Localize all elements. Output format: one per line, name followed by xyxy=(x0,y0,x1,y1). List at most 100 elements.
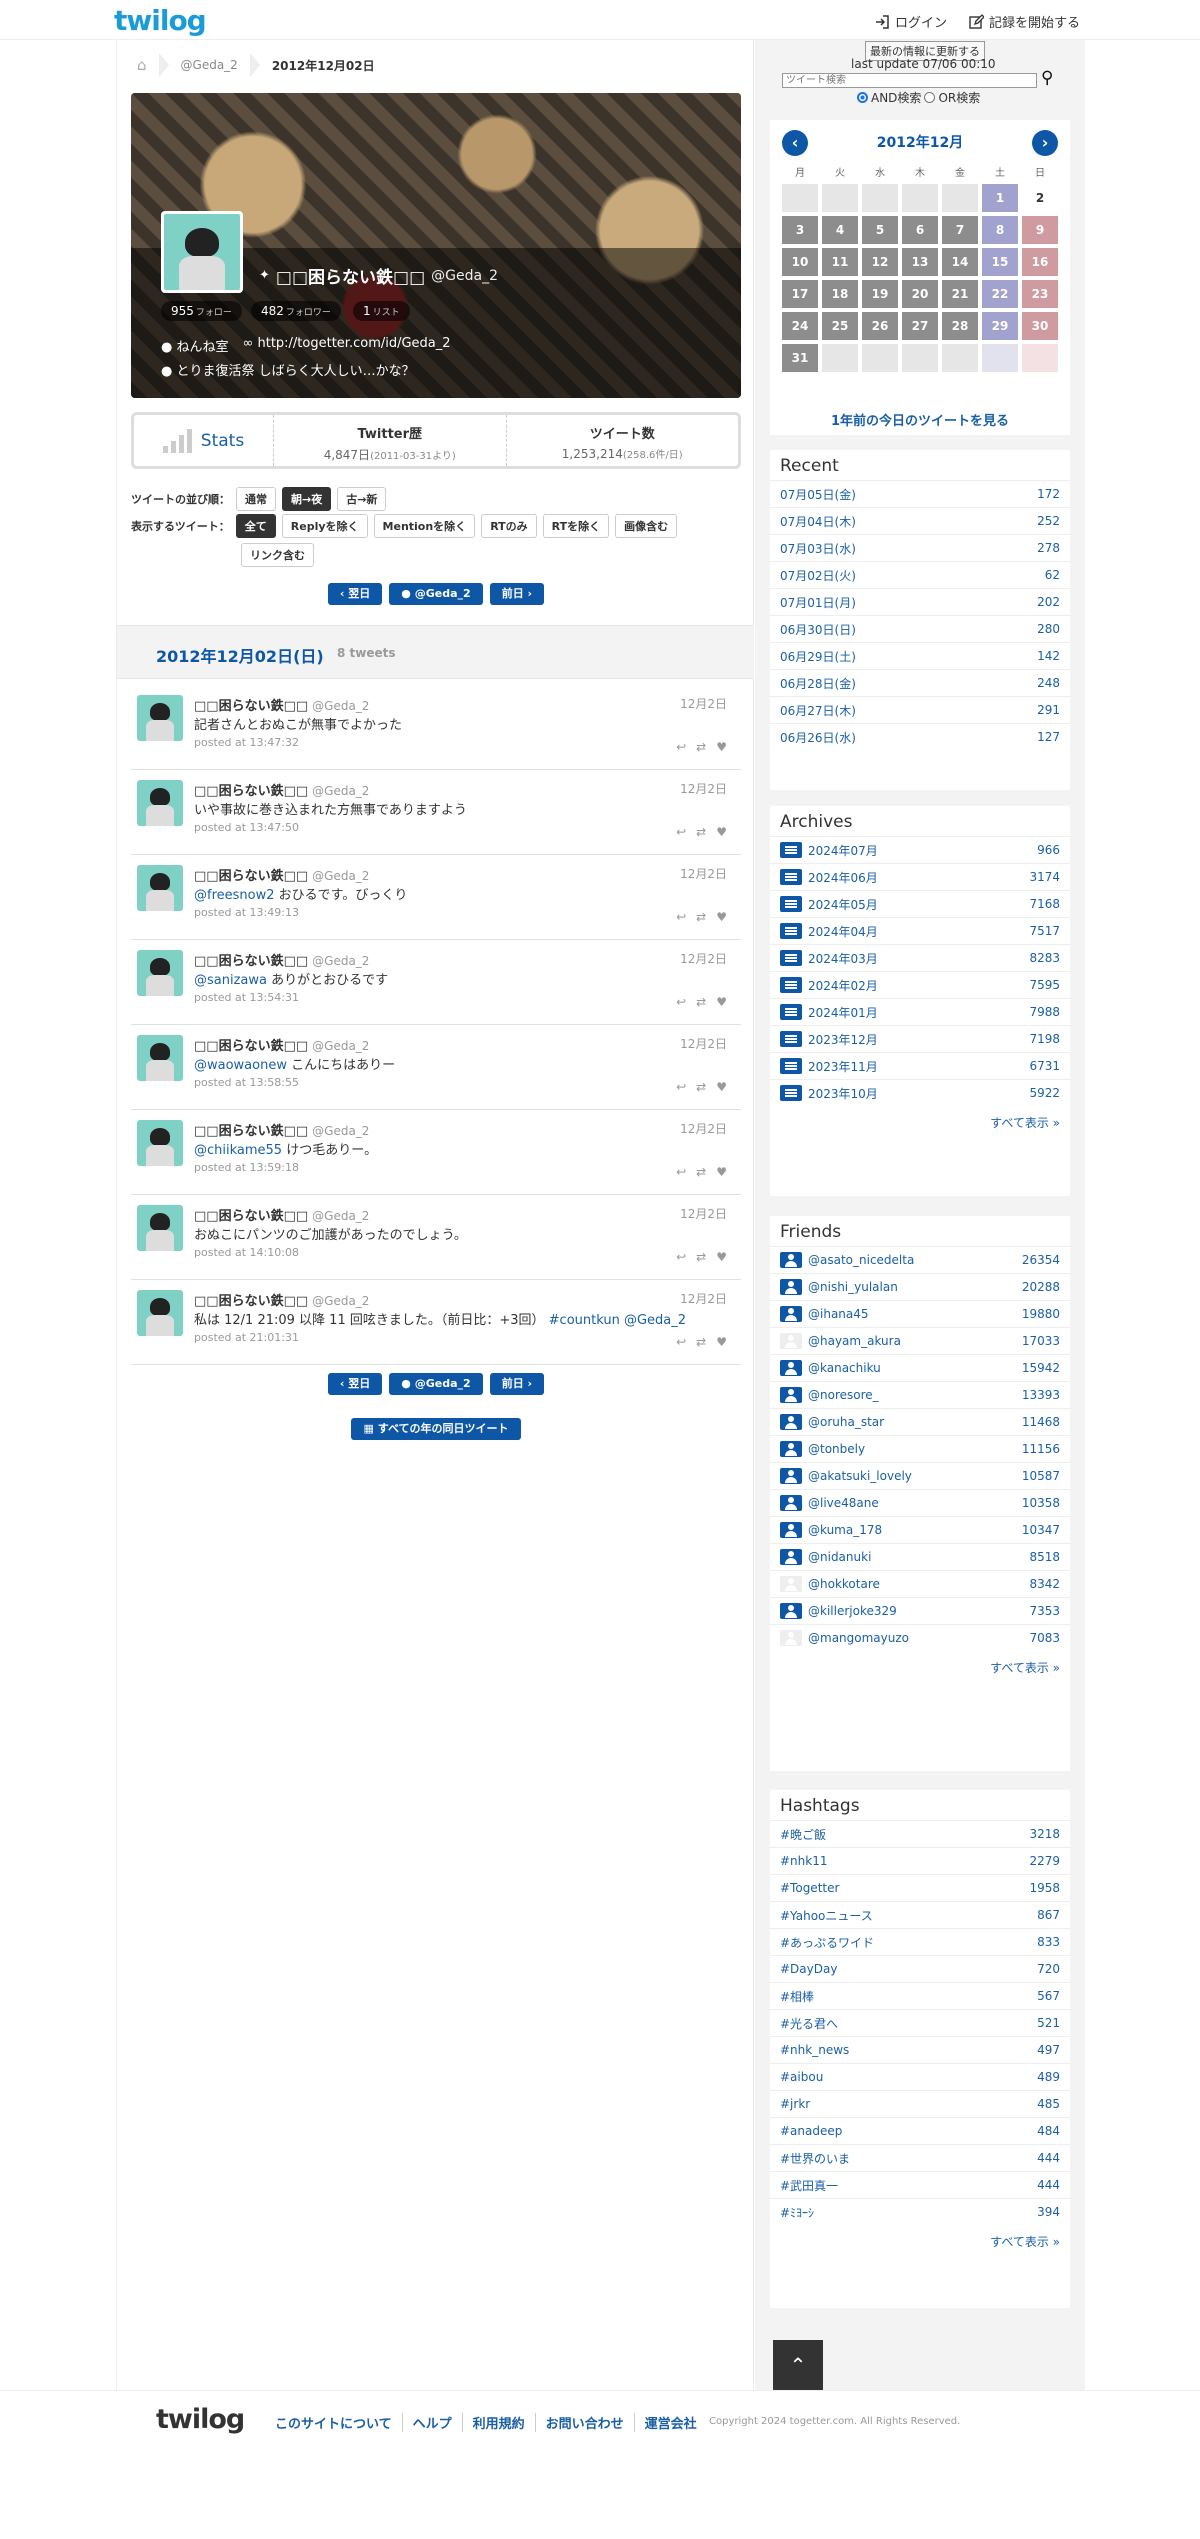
friend-item[interactable]: @oruha_star 11468 xyxy=(770,1408,1070,1435)
calendar-day[interactable]: 10 xyxy=(782,248,818,276)
next-day-button-bottom[interactable]: ‹ 翌日 xyxy=(327,1373,383,1395)
friend-item[interactable]: @tonbely 11156 xyxy=(770,1435,1070,1462)
order-morning-night-button[interactable]: 朝→夜 xyxy=(282,487,332,511)
hashtag-item-link[interactable]: #武田真一 xyxy=(780,2177,838,2194)
hashtag-item-link[interactable]: #jrkr xyxy=(780,2097,810,2111)
calendar-day[interactable]: 8 xyxy=(982,216,1018,244)
calendar-day[interactable]: 9 xyxy=(1022,216,1058,244)
archive-item-link[interactable]: 2023年12月 xyxy=(780,1031,878,1048)
hashtag-item[interactable]: #jrkr 485 xyxy=(770,2090,1070,2117)
tweet-posted-at[interactable]: posted at 13:47:50 xyxy=(194,821,299,834)
retweet-icon[interactable]: ⇄ xyxy=(696,825,706,839)
reply-icon[interactable]: ↩ xyxy=(676,1080,686,1094)
retweet-icon[interactable]: ⇄ xyxy=(696,1335,706,1349)
reply-icon[interactable]: ↩ xyxy=(676,740,686,754)
friend-item-link[interactable]: @asato_nicedelta xyxy=(780,1252,914,1268)
like-icon[interactable]: ♥ xyxy=(716,910,727,924)
reply-icon[interactable]: ↩ xyxy=(676,1165,686,1179)
calendar-day-current[interactable]: 2 xyxy=(1022,184,1058,212)
hashtag-item[interactable]: #晩ご飯 3218 xyxy=(770,1820,1070,1847)
tweet-author[interactable]: □□困らない鉄□□ @Geda_2 xyxy=(194,695,369,714)
hashtag-item[interactable]: #nhk11 2279 xyxy=(770,1847,1070,1874)
calendar-day[interactable]: 19 xyxy=(862,280,898,308)
user-button-bottom[interactable]: ● @Geda_2 xyxy=(389,1373,483,1395)
calendar-day[interactable]: 22 xyxy=(982,280,1018,308)
hashtag-item[interactable]: #anadeep 484 xyxy=(770,2117,1070,2144)
friend-item[interactable]: @ihana45 19880 xyxy=(770,1300,1070,1327)
show-links-button[interactable]: リンク含む xyxy=(241,543,314,567)
hashtag-item[interactable]: #Togetter 1958 xyxy=(770,1874,1070,1901)
archive-item[interactable]: 2024年04月 7517 xyxy=(770,917,1070,944)
hashtag-item[interactable]: #Yahooニュース 867 xyxy=(770,1901,1070,1928)
hashtag-item-link[interactable]: #光る君へ xyxy=(780,2015,838,2032)
calendar-day[interactable]: 13 xyxy=(902,248,938,276)
tweet-avatar[interactable] xyxy=(137,1120,183,1166)
recent-item[interactable]: 07月03日(水) 278 xyxy=(770,534,1070,561)
friend-item[interactable]: @kuma_178 10347 xyxy=(770,1516,1070,1543)
and-radio[interactable] xyxy=(857,92,868,103)
archive-item-link[interactable]: 2023年10月 xyxy=(780,1085,878,1102)
retweet-icon[interactable]: ⇄ xyxy=(696,1250,706,1264)
tweet-avatar[interactable] xyxy=(137,865,183,911)
calendar-day[interactable]: 1 xyxy=(982,184,1018,212)
tweet-mention[interactable]: @Geda_2 xyxy=(620,1313,686,1328)
recent-item-link[interactable]: 06月29日(土) xyxy=(780,648,856,665)
calendar-day[interactable]: 6 xyxy=(902,216,938,244)
archive-item[interactable]: 2024年06月 3174 xyxy=(770,863,1070,890)
archive-item[interactable]: 2023年10月 5922 xyxy=(770,1079,1070,1106)
calendar-day[interactable]: 28 xyxy=(942,312,978,340)
friend-item-link[interactable]: @noresore_ xyxy=(780,1387,879,1403)
hashtag-item-link[interactable]: #aibou xyxy=(780,2070,823,2084)
recent-item[interactable]: 07月05日(金) 172 xyxy=(770,480,1070,507)
breadcrumb-user[interactable]: @Geda_2 xyxy=(181,58,238,72)
tweet-date[interactable]: 12月2日 xyxy=(680,1205,727,1222)
hashtag-item-link[interactable]: #nhk11 xyxy=(780,1854,827,1868)
calendar-day[interactable]: 15 xyxy=(982,248,1018,276)
tweet-mention[interactable]: @waowaonew xyxy=(194,1058,287,1073)
hashtags-more-link[interactable]: すべて表示 » xyxy=(770,2225,1070,2258)
recent-item[interactable]: 06月29日(土) 142 xyxy=(770,642,1070,669)
tweet-hashtag[interactable]: #countkun xyxy=(545,1313,620,1328)
calendar-day[interactable]: 7 xyxy=(942,216,978,244)
tweet-mention[interactable]: @chiikame55 xyxy=(194,1143,282,1158)
retweet-icon[interactable]: ⇄ xyxy=(696,740,706,754)
calendar-day[interactable]: 17 xyxy=(782,280,818,308)
show-all-button[interactable]: 全て xyxy=(235,514,276,538)
footer-link-terms[interactable]: 利用規約 xyxy=(463,2413,536,2432)
friend-item[interactable]: @akatsuki_lovely 10587 xyxy=(770,1462,1070,1489)
calendar-day[interactable]: 30 xyxy=(1022,312,1058,340)
friend-item-link[interactable]: @nishi_yulalan xyxy=(780,1279,898,1295)
hashtag-item-link[interactable]: #ﾐﾖｰｼ xyxy=(780,2204,814,2221)
calendar-day[interactable]: 20 xyxy=(902,280,938,308)
tweet-posted-at[interactable]: posted at 13:49:13 xyxy=(194,906,299,919)
friend-item-link[interactable]: @oruha_star xyxy=(780,1414,884,1430)
hashtag-item-link[interactable]: #anadeep xyxy=(780,2124,842,2138)
like-icon[interactable]: ♥ xyxy=(716,995,727,1009)
archive-item[interactable]: 2023年12月 7198 xyxy=(770,1025,1070,1052)
calendar-day[interactable]: 23 xyxy=(1022,280,1058,308)
friend-item-link[interactable]: @mangomayuzo xyxy=(780,1630,909,1646)
hashtag-item-link[interactable]: #相棒 xyxy=(780,1988,814,2005)
recent-item-link[interactable]: 06月27日(木) xyxy=(780,702,856,719)
show-no-rt-button[interactable]: RTを除く xyxy=(542,514,610,538)
friend-item[interactable]: @killerjoke329 7353 xyxy=(770,1597,1070,1624)
tweet-avatar[interactable] xyxy=(137,1205,183,1251)
recent-item-link[interactable]: 06月30日(日) xyxy=(780,621,856,638)
tweet-date[interactable]: 12月2日 xyxy=(680,780,727,797)
recent-item-link[interactable]: 07月04日(木) xyxy=(780,513,856,530)
tweet-author[interactable]: □□困らない鉄□□ @Geda_2 xyxy=(194,950,369,969)
archive-item-link[interactable]: 2024年06月 xyxy=(780,869,878,886)
retweet-icon[interactable]: ⇄ xyxy=(696,1080,706,1094)
recent-item[interactable]: 06月30日(日) 280 xyxy=(770,615,1070,642)
friend-item[interactable]: @live48ane 10358 xyxy=(770,1489,1070,1516)
recent-item[interactable]: 06月26日(水) 127 xyxy=(770,723,1070,750)
footer-link-about[interactable]: このサイトについて xyxy=(275,2413,403,2432)
friend-item[interactable]: @noresore_ 13393 xyxy=(770,1381,1070,1408)
avatar[interactable] xyxy=(161,211,243,293)
footer-link-company[interactable]: 運営会社 xyxy=(635,2413,707,2432)
list-count-badge[interactable]: 1 リスト xyxy=(353,301,410,321)
calendar-day[interactable]: 26 xyxy=(862,312,898,340)
show-no-mention-button[interactable]: Mentionを除く xyxy=(373,514,476,538)
archive-item-link[interactable]: 2024年03月 xyxy=(780,950,878,967)
next-day-button[interactable]: ‹ 翌日 xyxy=(327,583,383,605)
